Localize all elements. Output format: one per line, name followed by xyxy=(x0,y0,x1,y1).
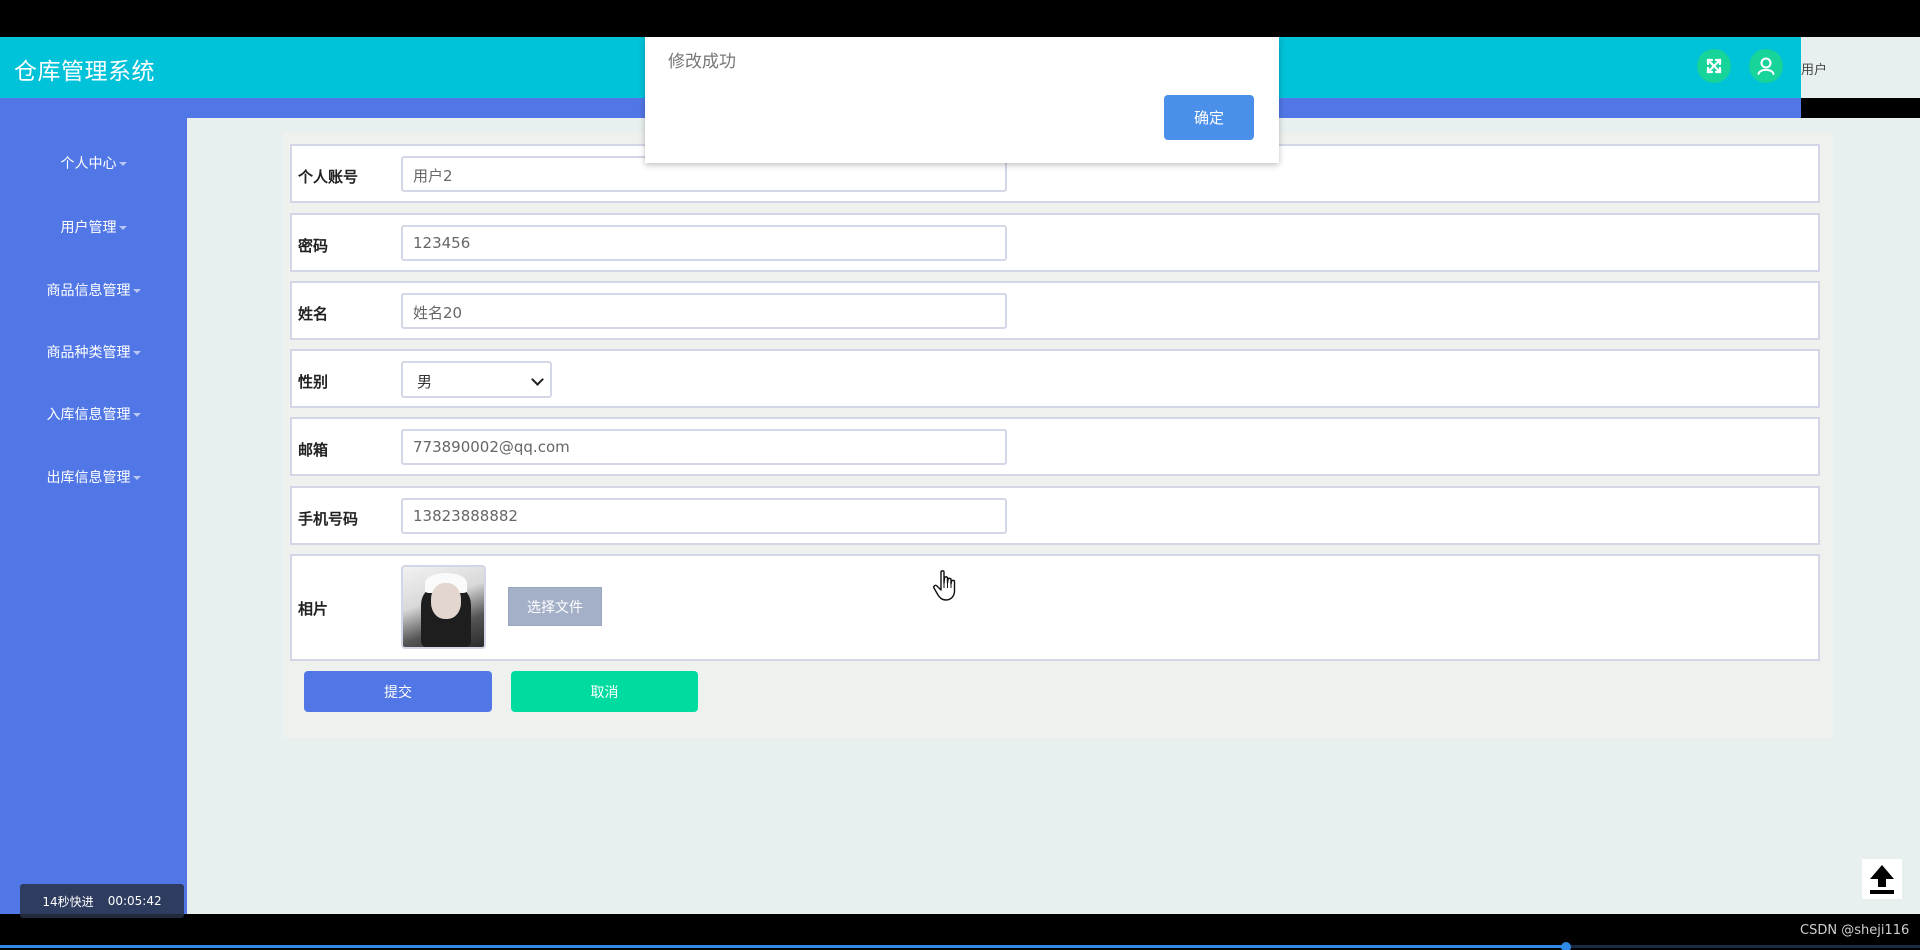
user-avatar-icon[interactable] xyxy=(1749,49,1783,83)
email-label: 邮箱 xyxy=(298,441,329,459)
form-row-phone: 手机号码 13823888882 xyxy=(290,486,1820,545)
cancel-button[interactable]: 取消 xyxy=(511,671,698,712)
skip-label: 14秒快进 xyxy=(42,894,94,909)
success-dialog: 修改成功 确定 xyxy=(645,37,1279,163)
video-progress-knob[interactable] xyxy=(1561,942,1571,950)
app-title: 仓库管理系统 xyxy=(14,59,155,85)
form-row-photo: 相片 选择文件 xyxy=(290,554,1820,661)
gender-label: 性别 xyxy=(298,373,329,391)
caret-down-icon xyxy=(132,351,141,355)
dialog-ok-button[interactable]: 确定 xyxy=(1164,95,1254,140)
phone-input[interactable]: 13823888882 xyxy=(401,498,1007,534)
chevron-down-icon xyxy=(531,373,544,386)
video-progress-fill xyxy=(0,945,1566,948)
password-input[interactable]: 123456 xyxy=(401,225,1007,261)
form-row-name: 姓名 姓名20 xyxy=(290,281,1820,340)
watermark: CSDN @sheji116 xyxy=(1800,923,1910,938)
video-timestamp: 00:05:42 xyxy=(107,894,162,908)
sidebar-item-stock-out[interactable]: 出库信息管理 xyxy=(0,467,187,487)
submit-button[interactable]: 提交 xyxy=(304,671,492,712)
caret-down-icon xyxy=(132,413,141,417)
phone-label: 手机号码 xyxy=(298,510,359,528)
dialog-message: 修改成功 xyxy=(668,52,736,72)
sidebar-item-product-info[interactable]: 商品信息管理 xyxy=(0,280,187,300)
sidebar-item-personal-center[interactable]: 个人中心 xyxy=(0,153,187,173)
sidebar-item-user-management[interactable]: 用户管理 xyxy=(0,217,187,237)
sidebar-item-stock-in[interactable]: 入库信息管理 xyxy=(0,404,187,424)
hand-cursor-icon xyxy=(932,569,960,607)
name-label: 姓名 xyxy=(298,305,329,323)
name-input[interactable]: 姓名20 xyxy=(401,293,1007,329)
password-label: 密码 xyxy=(298,237,329,255)
photo-label: 相片 xyxy=(298,600,329,618)
gender-select-value: 男 xyxy=(417,373,433,391)
video-status-overlay: 14秒快进 00:05:42 xyxy=(20,884,184,918)
form-row-password: 密码 123456 xyxy=(290,213,1820,272)
gender-select[interactable]: 男 xyxy=(401,361,552,398)
caret-down-icon xyxy=(132,289,141,293)
caret-down-icon xyxy=(118,226,127,230)
email-input[interactable]: 773890002@qq.com xyxy=(401,429,1007,465)
back-to-top-icon[interactable] xyxy=(1862,859,1902,903)
caret-down-icon xyxy=(118,162,127,166)
form-row-email: 邮箱 773890002@qq.com xyxy=(290,417,1820,476)
screen-top-bar xyxy=(0,0,1920,37)
choose-file-button[interactable]: 选择文件 xyxy=(508,587,602,626)
user-name-label[interactable]: 用户 xyxy=(1801,59,1827,78)
fullscreen-icon[interactable] xyxy=(1697,49,1731,83)
sidebar-item-product-category[interactable]: 商品种类管理 xyxy=(0,342,187,362)
photo-thumbnail xyxy=(401,565,486,649)
caret-down-icon xyxy=(132,476,141,480)
account-label: 个人账号 xyxy=(298,168,359,186)
form-row-gender: 性别 男 xyxy=(290,349,1820,408)
